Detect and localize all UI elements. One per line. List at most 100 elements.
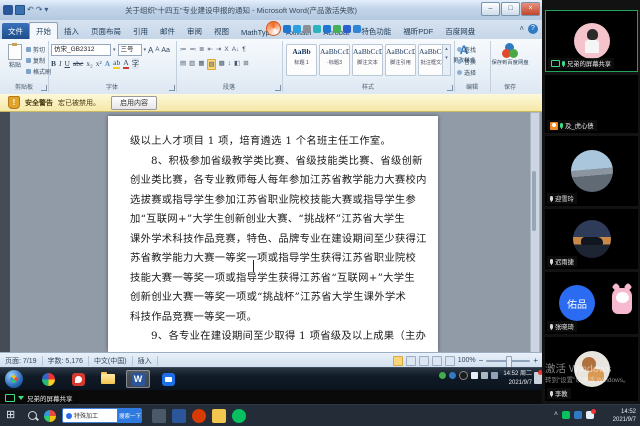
align-left-icon[interactable]: ▤ [180, 59, 186, 70]
tab-baidu-netdisk[interactable]: 百度网盘 [439, 23, 481, 39]
align-right-icon[interactable]: ▦ [198, 59, 204, 70]
win10-clock[interactable]: 14:52 2021/9/7 [613, 408, 636, 424]
tab-file[interactable]: 文件 [2, 23, 29, 39]
participant-tile[interactable]: 及_虎心债 [545, 75, 638, 133]
find-button[interactable]: 查找 [457, 45, 476, 54]
view-web-layout-icon[interactable] [419, 356, 429, 366]
grow-font-icon[interactable]: A [148, 46, 153, 55]
font-size-combo[interactable]: 三号 [118, 44, 142, 56]
styles-scroll-up-icon[interactable]: ▴ [443, 45, 450, 54]
enable-content-button[interactable]: 启用内容 [111, 96, 157, 110]
font-dialog-launcher[interactable] [169, 85, 175, 91]
tab-special-features[interactable]: 特色功能 [355, 23, 397, 39]
distribute-icon[interactable]: ▩ [219, 59, 225, 70]
tab-page-layout[interactable]: 页面布局 [85, 23, 127, 39]
task-view-icon[interactable] [44, 410, 56, 422]
line-spacing-icon[interactable]: ↕ [228, 59, 231, 70]
borders-icon[interactable]: ⊞ [243, 59, 248, 70]
style-chip[interactable]: AaBb 标题 1 [286, 44, 317, 76]
paragraph-dialog-launcher[interactable] [275, 85, 281, 91]
taskbar-red-app-icon[interactable] [66, 370, 90, 388]
numbering-icon[interactable]: ≕ [190, 45, 197, 54]
increase-indent-icon[interactable]: ⇥ [216, 45, 221, 54]
paste-button[interactable]: 粘贴 [6, 44, 24, 69]
tray-network-icon[interactable] [491, 372, 498, 379]
justify-icon[interactable]: ▧ [207, 59, 215, 70]
tray-wechat-icon[interactable] [562, 411, 570, 419]
participant-tile-screen-share[interactable]: 兄弟的屏幕共享 [545, 10, 638, 72]
tray-qq-icon[interactable] [459, 371, 468, 380]
search-go-button[interactable]: 搜索一下 [118, 408, 142, 423]
taskbar-word-icon[interactable] [172, 409, 186, 423]
overlay-tool-icon[interactable] [293, 25, 301, 33]
highlight-color-icon[interactable]: ab [113, 59, 120, 69]
minimize-button[interactable]: – [481, 2, 500, 16]
asian-layout-icon[interactable]: X [224, 45, 228, 54]
view-print-layout-icon[interactable] [393, 356, 403, 366]
taskbar-app-icon[interactable] [192, 409, 206, 423]
shading-icon[interactable]: ◧ [234, 59, 240, 70]
minimize-ribbon-icon[interactable]: ˄ [519, 24, 524, 34]
decrease-indent-icon[interactable]: ⇤ [207, 45, 212, 54]
zoom-in-button[interactable]: + [533, 357, 538, 365]
taskbar-browser-icon[interactable] [36, 370, 60, 388]
win7-start-button[interactable] [5, 370, 23, 388]
style-chip[interactable]: AaBbCcDdE 脚注文本 [352, 44, 383, 76]
scrollbar-thumb[interactable] [532, 171, 536, 231]
close-button[interactable]: × [521, 2, 540, 16]
show-marks-icon[interactable]: ¶ [242, 45, 246, 54]
tab-insert[interactable]: 插入 [58, 23, 85, 39]
underline-button[interactable]: U [65, 59, 70, 68]
tray-notification-icon[interactable] [534, 372, 542, 384]
status-wordcount[interactable]: 字数: 5,176 [43, 356, 89, 366]
overlay-tool-icon[interactable] [333, 25, 341, 33]
maximize-button[interactable]: □ [501, 2, 520, 16]
taskbar-explorer-icon[interactable] [96, 370, 120, 388]
overlay-tool-icon[interactable] [323, 25, 331, 33]
bold-button[interactable]: B [51, 59, 56, 68]
shrink-font-icon[interactable]: A [155, 47, 159, 53]
text-effects-icon[interactable]: A [105, 59, 110, 68]
vertical-scrollbar[interactable] [530, 112, 540, 352]
participant-tile[interactable]: 李教 [545, 337, 638, 401]
overlay-tool-icon[interactable] [313, 25, 321, 33]
character-shading-icon[interactable]: 字 [132, 58, 140, 69]
overlay-tool-icon[interactable] [343, 25, 351, 33]
document-area[interactable]: 级以上人才项目 1 项，培育遴选 1 个名班主任工作室。 8、积极参加省级教学类… [0, 112, 542, 352]
zoom-out-button[interactable]: − [479, 357, 484, 365]
overlay-swirl-icon[interactable] [266, 21, 281, 36]
status-language[interactable]: 中文(中国) [89, 356, 133, 366]
strikethrough-button[interactable]: abc [73, 59, 83, 68]
win7-clock[interactable]: 14:52 周二 2021/9/7 [503, 370, 532, 388]
participant-tile[interactable]: 迟雨捷 [545, 209, 638, 269]
styles-scroll-down-icon[interactable]: ▾ [443, 54, 450, 63]
overlay-tool-icon[interactable] [303, 25, 311, 33]
font-color-icon[interactable]: A [123, 59, 128, 69]
win10-start-button[interactable]: ⊞ [6, 410, 15, 421]
style-chip[interactable]: AaBbCcDd ·标题3 [319, 44, 350, 76]
tab-home[interactable]: 开始 [29, 22, 58, 39]
taskbar-app-icon[interactable] [152, 409, 166, 423]
tray-app-icon[interactable] [449, 372, 456, 379]
tray-app-icon[interactable] [574, 411, 582, 419]
view-draft-icon[interactable] [445, 356, 455, 366]
tab-review[interactable]: 审阅 [181, 23, 208, 39]
search-icon[interactable] [28, 411, 37, 420]
zoom-slider-thumb[interactable] [506, 356, 512, 368]
zoom-slider[interactable] [486, 360, 530, 362]
style-chip[interactable]: AaBbCcDdEe 脚注引用 [385, 44, 416, 76]
view-fullscreen-icon[interactable] [406, 356, 416, 366]
select-button[interactable]: 选择 [457, 68, 476, 77]
zoom-level[interactable]: 100% [458, 357, 476, 364]
taskbar-folder-icon[interactable] [212, 409, 226, 423]
bullets-icon[interactable]: ≔ [180, 45, 187, 54]
tray-notification-icon[interactable] [586, 411, 594, 419]
taskbar-meeting-icon[interactable] [156, 370, 180, 388]
status-page[interactable]: 页面: 7/19 [0, 356, 43, 366]
styles-scrollbar[interactable]: ▴ ▾ [442, 44, 451, 76]
participant-tile[interactable]: 佑品 张晓琦 [545, 272, 638, 334]
view-outline-icon[interactable] [432, 356, 442, 366]
overlay-tool-icon[interactable] [283, 25, 291, 33]
save-to-netdisk-button[interactable]: 保存到百度网盘 [490, 43, 530, 66]
taskbar-wechat-icon[interactable] [232, 409, 246, 423]
